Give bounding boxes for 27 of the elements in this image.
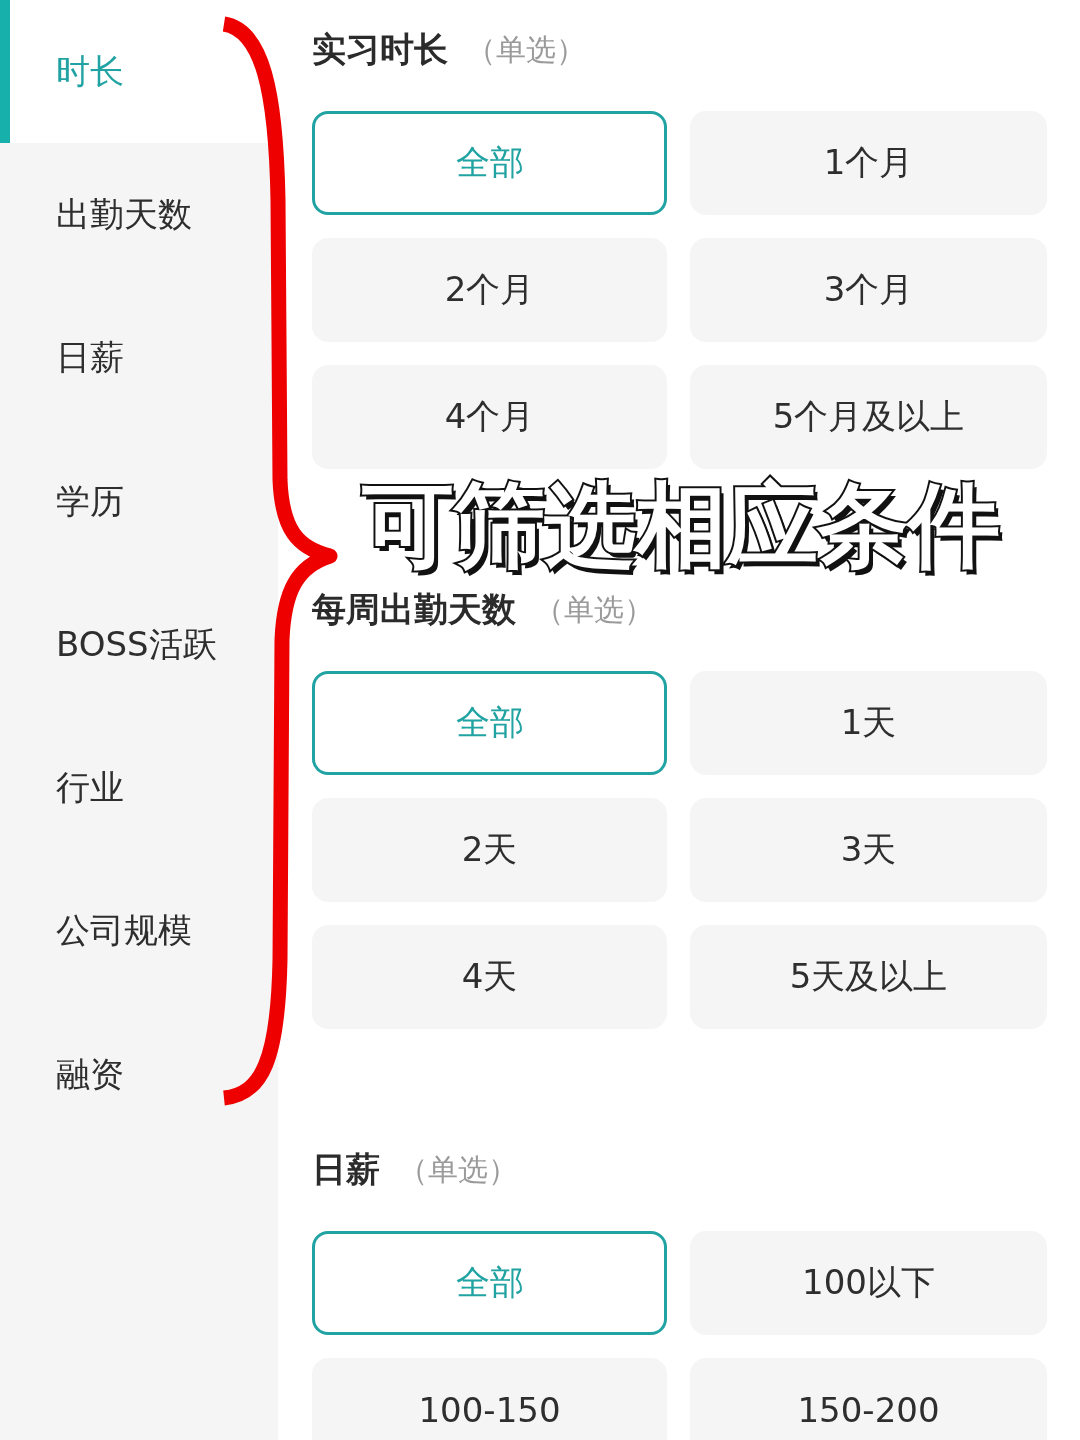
filter-option-button[interactable]: 1天 [690,671,1047,775]
section-title: 实习时长 [312,28,448,71]
section-title: 每周出勤天数 [312,588,516,631]
filter-option-button[interactable]: 2天 [312,798,667,902]
filter-option-button[interactable]: 3天 [690,798,1047,902]
sidebar-item[interactable]: 学历 [0,429,278,574]
sidebar-item[interactable]: 行业 [0,716,278,860]
filter-option-button[interactable]: 4天 [312,925,667,1029]
section-title: 日薪 [312,1148,380,1191]
filter-option-button[interactable]: 3个月 [690,238,1047,342]
filter-option-button[interactable]: 150-200 [690,1358,1047,1440]
selection-mode-label: （单选） [398,1150,518,1189]
annotation-caption: 可筛选相应条件 [356,476,1011,582]
sidebar-item[interactable]: 融资 [0,1003,278,1147]
filter-option-button[interactable]: 100-150 [312,1358,667,1440]
filter-option-button[interactable]: 5个月及以上 [690,365,1047,469]
sidebar-item[interactable]: 出勤天数 [0,143,278,287]
selection-mode-label: （单选） [534,590,654,629]
sidebar-item[interactable]: 日薪 [0,286,278,430]
filter-option-button[interactable]: 5天及以上 [690,925,1047,1029]
sidebar-item[interactable]: BOSS活跃 [0,573,278,717]
filter-option-button[interactable]: 4个月 [312,365,667,469]
sidebar-item[interactable]: 公司规模 [0,859,278,1004]
filter-option-button[interactable]: 2个月 [312,238,667,342]
selection-mode-label: （单选） [466,30,586,69]
filter-option-button[interactable]: 1个月 [690,111,1047,215]
filter-option-button[interactable]: 100以下 [690,1231,1047,1335]
